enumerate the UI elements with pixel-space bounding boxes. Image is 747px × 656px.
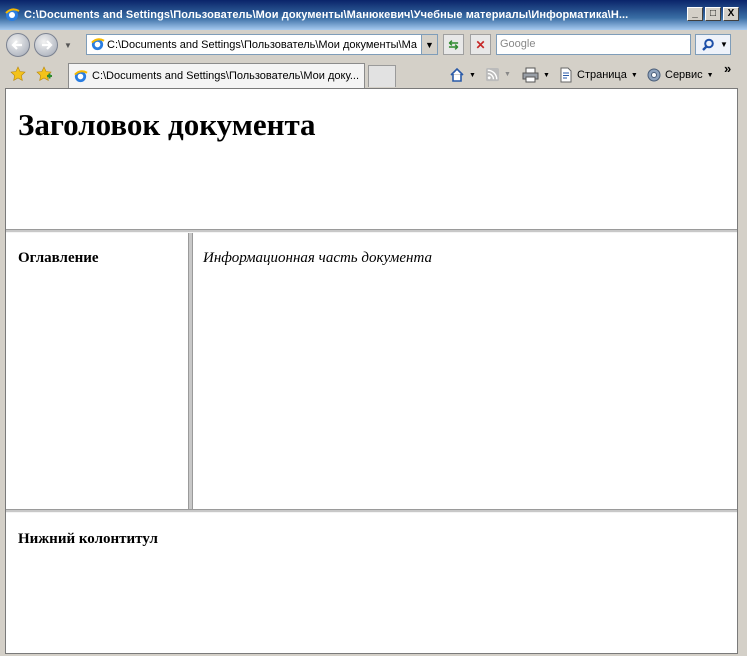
footer-heading: Нижний колонтитул — [18, 531, 158, 547]
main-frame: Информационная часть документа — [193, 233, 737, 509]
chevron-down-icon[interactable]: ▼ — [421, 35, 437, 54]
back-arrow-icon — [11, 40, 22, 50]
gear-icon — [647, 68, 661, 82]
stop-icon: ✕ — [475, 37, 486, 52]
window-controls: _ □ X — [687, 7, 739, 21]
maximize-button[interactable]: □ — [705, 7, 721, 21]
toc-frame: Оглавление — [6, 233, 188, 509]
tab-current[interactable]: C:\Documents and Settings\Пользователь\М… — [68, 63, 365, 88]
tools-menu-label: Сервис — [665, 69, 703, 81]
home-button[interactable]: ▼ — [449, 67, 476, 83]
command-toolbar: C:\Documents and Settings\Пользователь\М… — [0, 61, 747, 88]
page-menu-label: Страница — [577, 69, 627, 81]
address-toolbar: ▼ C:\Documents and Settings\Пользователь… — [0, 30, 747, 60]
add-favorite-icon[interactable] — [36, 66, 52, 82]
address-input[interactable]: C:\Documents and Settings\Пользователь\М… — [107, 39, 417, 51]
footer-frame: Нижний колонтитул — [6, 513, 737, 653]
page-title: Заголовок документа — [18, 107, 316, 142]
home-icon — [450, 67, 464, 82]
refresh-icon: ⇆ — [448, 37, 459, 52]
page-dropdown-icon: ▼ — [630, 71, 638, 79]
page-icon — [560, 67, 572, 83]
forward-button[interactable] — [34, 33, 58, 57]
search-options-dropdown-icon[interactable]: ▼ — [720, 40, 728, 49]
window-title: C:\Documents and Settings\Пользователь\М… — [24, 9, 629, 21]
toolbar-overflow-icon[interactable]: » — [724, 61, 731, 76]
print-dropdown-icon[interactable]: ▼ — [543, 72, 550, 79]
back-button[interactable] — [6, 33, 30, 57]
minimize-button[interactable]: _ — [687, 7, 703, 21]
new-tab-button[interactable] — [368, 65, 396, 87]
home-dropdown-icon[interactable]: ▼ — [469, 72, 476, 79]
tools-menu[interactable]: Сервис ▼ — [646, 67, 714, 83]
recent-pages-dropdown-icon[interactable]: ▼ — [64, 41, 72, 50]
header-frame: Заголовок документа — [6, 89, 737, 229]
search-button[interactable]: ▼ — [695, 34, 731, 55]
tab-ie-icon — [74, 69, 88, 82]
close-button[interactable]: X — [723, 7, 739, 21]
feeds-button[interactable]: ▼ — [485, 67, 511, 82]
favorites-star-icon[interactable] — [10, 66, 26, 82]
search-input[interactable]: Google — [496, 34, 691, 55]
print-button[interactable]: ▼ — [522, 67, 550, 83]
printer-icon — [522, 67, 539, 83]
ie-logo-icon — [5, 8, 20, 21]
refresh-button[interactable]: ⇆ — [443, 34, 464, 55]
toc-heading: Оглавление — [18, 250, 99, 266]
search-icon — [702, 38, 714, 51]
main-content-text: Информационная часть документа — [203, 250, 432, 266]
page-menu[interactable]: Страница ▼ — [558, 67, 638, 83]
tab-label: C:\Documents and Settings\Пользователь\М… — [92, 70, 360, 82]
title-bar[interactable]: C:\Documents and Settings\Пользователь\М… — [0, 0, 747, 30]
feeds-dropdown-icon[interactable]: ▼ — [504, 71, 511, 78]
rss-feed-icon — [485, 67, 500, 82]
forward-arrow-icon — [42, 40, 53, 50]
page-content: Заголовок документа Оглавление Информаци… — [5, 88, 738, 654]
page-ie-icon — [91, 38, 105, 51]
address-bar[interactable]: C:\Documents and Settings\Пользователь\М… — [86, 34, 438, 55]
stop-button[interactable]: ✕ — [470, 34, 491, 55]
tools-dropdown-icon: ▼ — [706, 71, 714, 79]
